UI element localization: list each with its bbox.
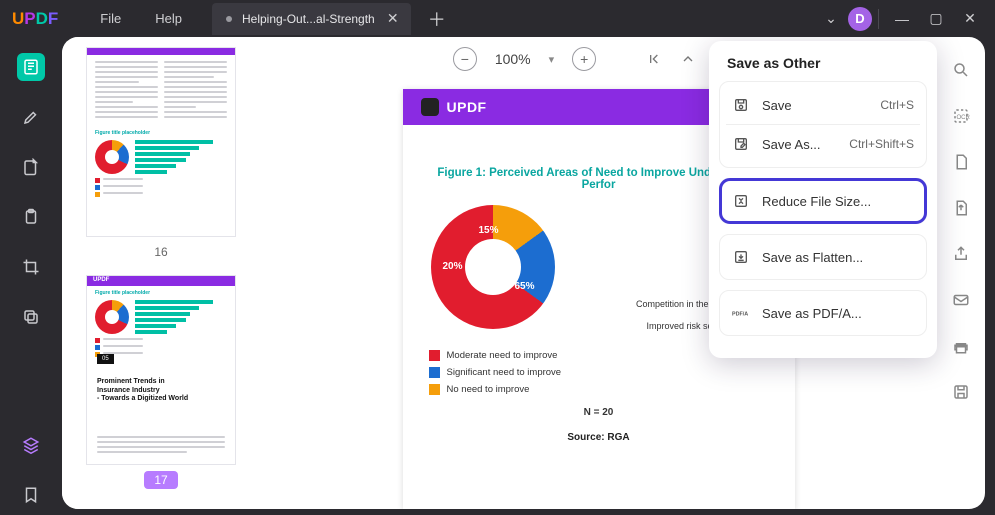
tab-close-icon[interactable]: ✕ <box>385 10 401 27</box>
thumbnail-label-current: 17 <box>144 471 177 489</box>
prev-page-button[interactable] <box>680 51 696 67</box>
annotate-icon[interactable] <box>17 153 45 181</box>
mini-donut-icon <box>95 140 129 174</box>
zoom-value: 100% <box>495 51 531 67</box>
first-page-button[interactable] <box>646 51 662 67</box>
save-as-icon <box>732 135 750 153</box>
save-icon[interactable] <box>950 381 972 403</box>
sample-size: N = 20 <box>403 407 795 418</box>
thumbnail-page-16[interactable]: Figure title placeholder <box>86 47 236 237</box>
export-icon[interactable] <box>950 197 972 219</box>
popover-title: Save as Other <box>719 55 927 81</box>
page-icon[interactable] <box>950 151 972 173</box>
thumbnail-panel: Figure title placeholder 16 UPDF Figure … <box>62 37 260 509</box>
chart-legend: Moderate need to improve Significant nee… <box>429 350 562 395</box>
chevron-down-icon[interactable]: ⌄ <box>814 5 848 33</box>
compress-icon <box>732 192 750 210</box>
thumbnail-label: 16 <box>144 243 177 261</box>
zoom-out-button[interactable]: − <box>453 47 477 71</box>
zoom-in-button[interactable]: + <box>572 47 596 71</box>
print-icon[interactable] <box>950 335 972 357</box>
save-as-other-menu: Save as Other Save Ctrl+S Save As... Ctr… <box>709 41 937 358</box>
menu-item-save-flatten[interactable]: Save as Flatten... <box>720 235 926 279</box>
menu-item-save[interactable]: Save Ctrl+S <box>720 86 926 124</box>
window-minimize-button[interactable]: — <box>885 5 919 33</box>
reader-icon[interactable] <box>17 53 45 81</box>
mail-icon[interactable] <box>950 289 972 311</box>
flatten-icon <box>732 248 750 266</box>
layers-icon[interactable] <box>17 431 45 459</box>
svg-text:OCR: OCR <box>957 115 971 121</box>
slide-number-badge: 05 <box>97 354 114 364</box>
mini-donut-icon <box>95 300 129 334</box>
shortcut-text: Ctrl+S <box>880 98 914 112</box>
brand-mark-icon <box>421 98 439 116</box>
svg-text:PDF/A: PDF/A <box>732 311 748 317</box>
crop-icon[interactable] <box>17 253 45 281</box>
zoom-dropdown-icon[interactable]: ▾ <box>549 53 555 66</box>
slide-heading: Prominent Trends in Insurance Industry -… <box>97 378 225 404</box>
menu-help[interactable]: Help <box>143 5 194 32</box>
share-icon[interactable] <box>950 243 972 265</box>
menu-item-save-as[interactable]: Save As... Ctrl+Shift+S <box>720 125 926 163</box>
donut-chart: 15% 20% 65% <box>431 205 555 329</box>
app-logo: UPDF <box>12 9 58 29</box>
tab-title: Helping-Out...al-Strength <box>242 12 375 26</box>
copy-icon[interactable] <box>17 303 45 331</box>
title-bar: UPDF File Help Helping-Out...al-Strength… <box>0 0 995 37</box>
tab-indicator-icon <box>226 16 232 22</box>
ocr-icon[interactable]: OCR <box>950 105 972 127</box>
avatar[interactable]: D <box>848 7 872 31</box>
brand-text: UPDF <box>447 99 487 115</box>
clipboard-icon[interactable] <box>17 203 45 231</box>
right-tool-rail: OCR <box>937 37 985 509</box>
menu-file[interactable]: File <box>88 5 133 32</box>
window-maximize-button[interactable]: ▢ <box>919 5 953 33</box>
menu-item-save-pdfa[interactable]: PDF/A Save as PDF/A... <box>720 291 926 335</box>
menu-item-reduce-file-size[interactable]: Reduce File Size... <box>720 179 926 223</box>
highlighter-icon[interactable] <box>17 103 45 131</box>
shortcut-text: Ctrl+Shift+S <box>849 137 914 151</box>
window-close-button[interactable]: ✕ <box>953 5 987 33</box>
save-disk-icon <box>732 96 750 114</box>
pdfa-icon: PDF/A <box>732 304 750 322</box>
new-tab-button[interactable]: ＋ <box>425 6 449 32</box>
source-text: Source: RGA <box>403 432 795 443</box>
bookmark-icon[interactable] <box>17 481 45 509</box>
thumbnail-page-17[interactable]: UPDF Figure title placeholder 05 Promine… <box>86 275 236 465</box>
document-tab[interactable]: Helping-Out...al-Strength ✕ <box>212 3 411 35</box>
left-tool-rail <box>0 37 62 509</box>
search-icon[interactable] <box>950 59 972 81</box>
